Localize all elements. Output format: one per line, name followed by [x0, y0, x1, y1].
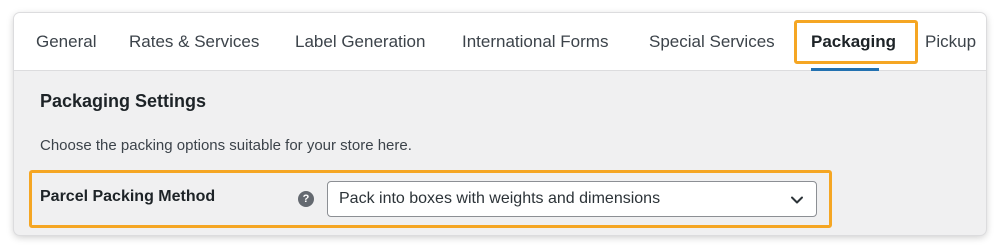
tab-packaging[interactable]: Packaging — [811, 13, 896, 71]
question-circle-icon[interactable]: ? — [298, 191, 314, 207]
tab-pickup[interactable]: Pickup — [925, 13, 976, 71]
packing-method-select[interactable]: Pack into boxes with weights and dimensi… — [327, 181, 817, 217]
chevron-down-icon — [791, 196, 803, 204]
tab-special-services[interactable]: Special Services — [649, 13, 775, 71]
tab-label-generation[interactable]: Label Generation — [295, 13, 425, 71]
packing-method-label: Parcel Packing Method — [40, 188, 216, 205]
section-title: Packaging Settings — [40, 91, 207, 111]
section-description: Choose the packing options suitable for … — [40, 137, 412, 154]
packing-method-selected-value: Pack into boxes with weights and dimensi… — [339, 190, 661, 207]
tab-rates-services[interactable]: Rates & Services — [129, 13, 259, 71]
settings-panel: General Rates & Services Label Generatio… — [14, 13, 986, 235]
tab-international-forms[interactable]: International Forms — [462, 13, 608, 71]
active-tab-indicator — [811, 68, 879, 71]
tab-general[interactable]: General — [36, 13, 96, 71]
tab-bar: General Rates & Services Label Generatio… — [14, 13, 986, 71]
